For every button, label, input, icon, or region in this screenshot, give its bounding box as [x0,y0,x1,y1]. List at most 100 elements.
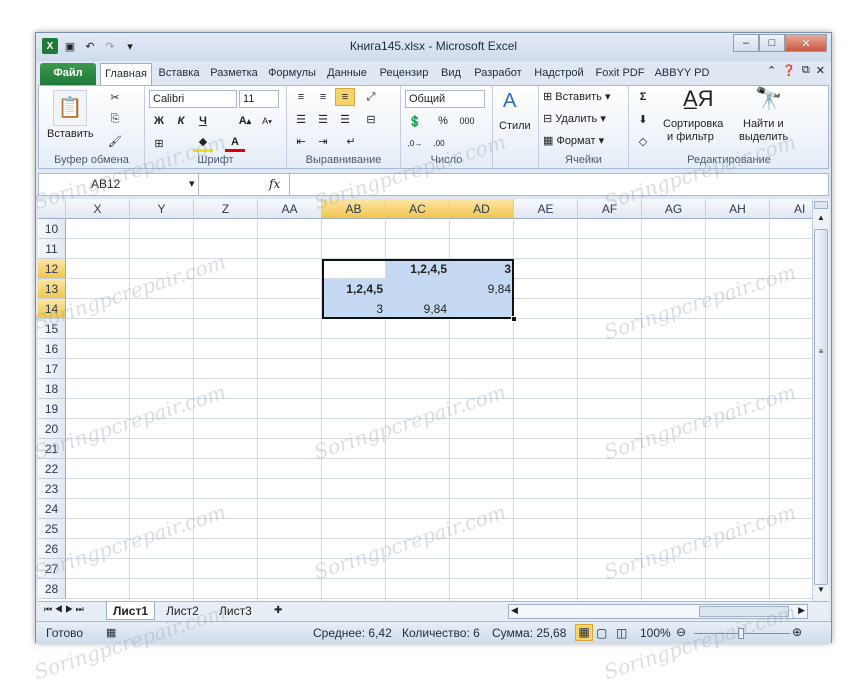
row-header[interactable]: 12 [38,259,66,279]
number-format-combo[interactable]: Общий [405,90,485,108]
tab-addins[interactable]: Надстрой [530,63,588,85]
align-middle-icon[interactable]: ≡ [313,88,333,106]
shrink-font-icon[interactable]: A ▾ [257,112,277,130]
help-icon[interactable]: ❓ [782,64,796,77]
scroll-thumb[interactable]: ≡ [814,229,828,585]
tab-foxit[interactable]: Foxit PDF [590,63,650,85]
row-header[interactable]: 22 [38,459,66,479]
col-header[interactable]: AI [770,199,812,219]
spreadsheet-grid[interactable]: X Y Z AA AB AC AD AE AF AG AH AI 10 11 1… [38,199,812,601]
scroll-left-icon[interactable]: ◀ [511,605,518,616]
align-top-icon[interactable]: ≡ [291,88,311,106]
cell-ac14[interactable]: 9,84 [386,299,450,319]
row-header[interactable]: 19 [38,399,66,419]
macro-record-icon[interactable]: ▦ [106,626,116,639]
normal-view-icon[interactable]: ▦ [575,624,593,641]
paste-button[interactable]: Вставить [47,128,94,140]
zoom-level[interactable]: 100% [640,626,671,640]
zoom-slider-thumb[interactable] [738,628,744,639]
col-header[interactable]: AD [450,199,514,219]
vertical-scrollbar[interactable]: ▲ ≡ ▼ [812,199,829,601]
align-left-icon[interactable]: ☰ [291,110,311,128]
bold-button[interactable]: Ж [149,112,169,130]
col-header[interactable]: Z [194,199,258,219]
fill-handle[interactable] [511,316,517,322]
insert-cells-button[interactable]: ⊞ Вставить ▾ [543,90,611,103]
col-header[interactable]: AB [322,199,386,219]
cell-ac12[interactable]: 1,2,4,5 [386,259,450,279]
clear-icon[interactable]: ◇ [633,132,653,150]
scroll-up-icon[interactable]: ▲ [814,213,828,227]
cell-ad12[interactable]: 3 [450,259,514,279]
borders-icon[interactable]: ⊞ [149,134,169,152]
row-header[interactable]: 16 [38,339,66,359]
row-header[interactable]: 13 [38,279,66,299]
col-header[interactable]: AH [706,199,770,219]
formula-input[interactable] [289,174,828,195]
close-button[interactable]: ✕ [785,34,827,52]
decrease-indent-icon[interactable]: ⇤ [291,132,311,150]
sheet-nav-first-icon[interactable]: ⏮ ◀ ▶ ⏭ [44,604,84,615]
insert-sheet-icon[interactable]: ✚ [268,602,288,620]
page-layout-icon[interactable]: ▢ [596,626,607,640]
align-bottom-icon[interactable]: ≡ [335,88,355,106]
sort-filter-button[interactable]: Сортировка [663,118,723,130]
copy-icon[interactable]: ⎘ [105,110,125,128]
orientation-icon[interactable]: ⤢ [361,88,381,106]
row-header[interactable]: 14 [38,299,66,319]
row-header[interactable]: 27 [38,559,66,579]
cell-ad13[interactable]: 9,84 [450,279,514,299]
minimize-button[interactable]: – [733,34,759,52]
tab-layout[interactable]: Разметка [206,63,262,85]
underline-button[interactable]: Ч [193,112,213,130]
percent-icon[interactable]: % [433,112,453,130]
row-header[interactable]: 18 [38,379,66,399]
row-header[interactable]: 24 [38,499,66,519]
sheet-tab-1[interactable]: Лист1 [106,602,156,620]
tab-developer[interactable]: Разработ [468,63,528,85]
fill-icon[interactable]: ⬇ [633,110,653,128]
tab-abbyy[interactable]: ABBYY PD [652,63,712,85]
fill-color-icon[interactable]: ◆ [193,134,213,152]
thousands-icon[interactable]: 000 [457,112,477,130]
col-header[interactable]: AC [386,199,450,219]
tab-insert[interactable]: Вставка [154,63,204,85]
tab-data[interactable]: Данные [322,63,372,85]
restore-icon[interactable]: ⧉ [802,64,810,77]
zoom-in-icon[interactable]: ⊕ [792,625,802,639]
collapse-ribbon-icon[interactable]: ⌃ [767,64,776,77]
delete-cells-button[interactable]: ⊟ Удалить ▾ [543,112,606,125]
format-cells-button[interactable]: ▦ Формат ▾ [543,134,604,147]
sheet-tab-2[interactable]: Лист2 [160,602,205,620]
col-header[interactable]: AG [642,199,706,219]
col-header[interactable]: AF [578,199,642,219]
styles-icon[interactable]: A [503,90,516,113]
col-header[interactable]: AA [258,199,322,219]
autosum-icon[interactable]: Σ [633,88,653,106]
paste-icon[interactable]: 📋 [53,90,87,126]
increase-decimal-icon[interactable]: ,0→ [405,134,425,152]
tab-review[interactable]: Рецензир [374,63,434,85]
horizontal-scrollbar[interactable]: ◀ ▶ [508,604,808,619]
font-size-combo[interactable]: 11 [239,90,279,108]
h-scroll-thumb[interactable] [699,606,789,617]
cut-icon[interactable]: ✂ [105,88,125,106]
font-color-icon[interactable]: A [225,134,245,152]
currency-icon[interactable]: 💲 [405,112,425,130]
select-all-corner[interactable] [38,199,66,219]
row-header[interactable]: 26 [38,539,66,559]
zoom-out-icon[interactable]: ⊖ [676,625,686,639]
maximize-button[interactable]: □ [759,34,785,52]
cell-ab13[interactable]: 1,2,4,5 [322,279,386,299]
split-box[interactable] [814,201,828,209]
align-right-icon[interactable]: ☰ [335,110,355,128]
col-header[interactable]: Y [130,199,194,219]
tab-formulas[interactable]: Формулы [264,63,320,85]
scroll-down-icon[interactable]: ▼ [814,585,828,599]
merge-icon[interactable]: ⊟ [361,110,381,128]
sort-filter-icon[interactable]: A̲Я [683,86,714,112]
row-header[interactable]: 23 [38,479,66,499]
scroll-right-icon[interactable]: ▶ [798,605,805,616]
find-select-button[interactable]: Найти и [743,118,784,130]
row-header[interactable]: 15 [38,319,66,339]
